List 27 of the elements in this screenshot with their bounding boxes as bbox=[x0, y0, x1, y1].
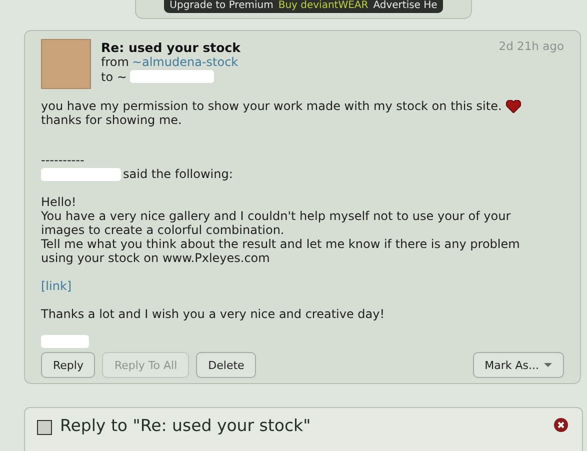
divider-text: ---------- bbox=[41, 153, 86, 167]
action-button[interactable]: Delete bbox=[196, 352, 256, 378]
message-text: Thanks a lot and I wish you a very nice and creative day! bbox=[41, 307, 385, 321]
caret-icon bbox=[544, 363, 552, 367]
message-text: images to create a colorful combination. bbox=[41, 223, 284, 237]
message-time: 2d 21h ago bbox=[498, 39, 564, 53]
to-label: to ~ bbox=[101, 70, 127, 84]
top-link[interactable]: Upgrade to Premium bbox=[170, 0, 274, 12]
close-icon[interactable] bbox=[554, 418, 568, 432]
message-text: Tell me what you think about the result and let me know if there is any problem bbox=[41, 237, 520, 251]
message-text: said the following: bbox=[123, 167, 233, 181]
heart-icon bbox=[506, 100, 521, 112]
message-text: you have my permission to show your work made with my stock on this site. bbox=[41, 99, 502, 113]
from-label: from bbox=[101, 55, 129, 70]
avatar-photo-placeholder bbox=[41, 39, 91, 89]
reply-title: Reply to "Re: used your stock" bbox=[60, 416, 312, 436]
top-link[interactable]: Buy deviantWEAR bbox=[278, 0, 368, 12]
redaction-mark bbox=[41, 335, 89, 348]
compose-icon bbox=[37, 420, 52, 435]
dropdown-button[interactable]: Mark As... bbox=[472, 352, 564, 378]
message-text: You have a very nice gallery and I couldn't help myself not to use your of your bbox=[41, 209, 511, 223]
message-subject: Re: used your stock bbox=[101, 40, 242, 55]
message-text: thanks for showing me. bbox=[41, 113, 182, 127]
top-link[interactable]: Advertise He bbox=[373, 0, 438, 12]
message-text: using your stock on www.Pxleyes.com bbox=[41, 251, 270, 265]
message-text: Hello! bbox=[41, 195, 76, 209]
action-button[interactable]: Reply bbox=[41, 352, 96, 378]
